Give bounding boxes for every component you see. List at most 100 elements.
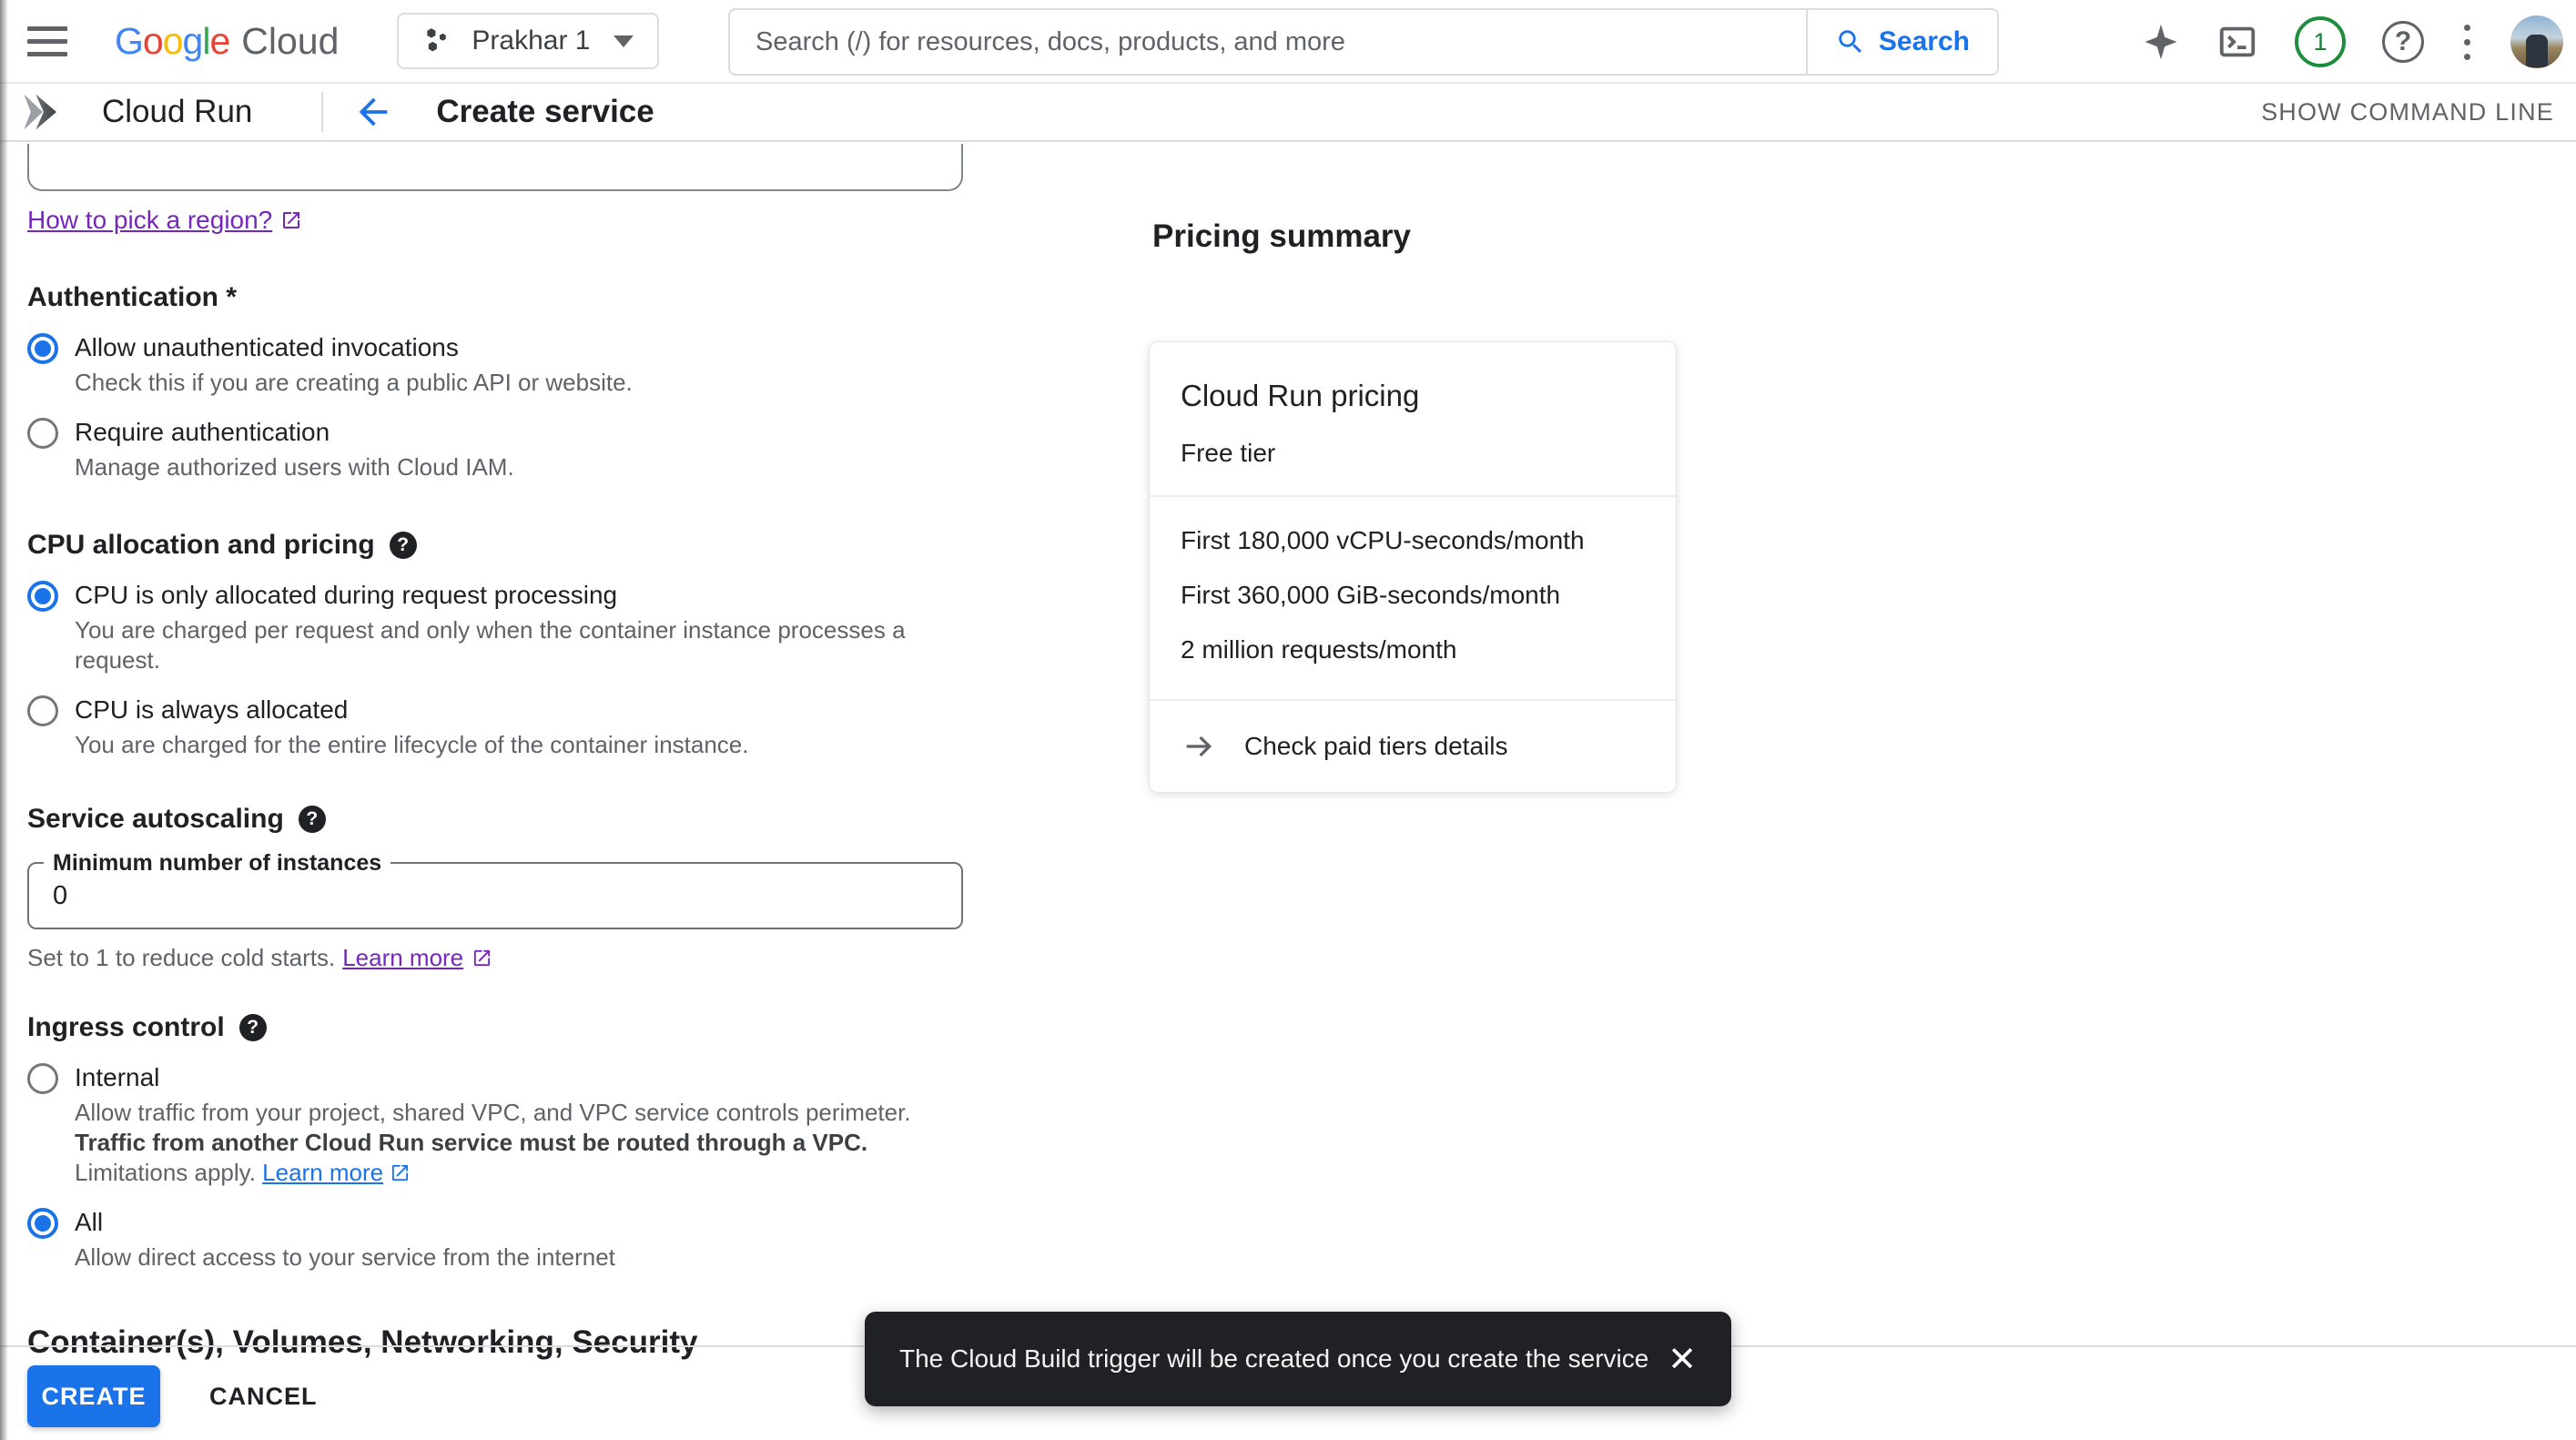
radio-unselected-icon[interactable]	[27, 695, 58, 726]
option-description: Allow traffic from your project, shared …	[75, 1098, 963, 1188]
create-service-form: How to pick a region? Authentication * A…	[27, 144, 963, 1362]
expander-title: Container(s), Volumes, Networking, Secur…	[27, 1324, 697, 1361]
region-link-label: How to pick a region?	[27, 206, 272, 235]
authentication-section-title: Authentication *	[27, 282, 963, 313]
description-bold: Traffic from another Cloud Run service m…	[75, 1129, 867, 1156]
description-suffix: Limitations apply.	[75, 1159, 262, 1186]
hamburger-menu-icon[interactable]	[27, 26, 67, 56]
chevron-down-icon	[614, 35, 634, 47]
create-button[interactable]: CREATE	[27, 1365, 160, 1427]
description-regular: Allow traffic from your project, shared …	[75, 1099, 911, 1126]
arrow-right-icon	[1181, 728, 1217, 765]
cloud-shell-icon[interactable]	[2216, 21, 2258, 63]
project-hexagons-icon	[422, 25, 453, 56]
radio-selected-icon[interactable]	[27, 1208, 58, 1239]
cpu-help-icon[interactable]	[390, 532, 417, 559]
min-instances-label: Minimum number of instances	[44, 850, 390, 877]
paid-tiers-link[interactable]: Check paid tiers details	[1150, 701, 1676, 792]
page-header: Cloud Run Create service SHOW COMMAND LI…	[0, 84, 2576, 142]
option-description: You are charged per request and only whe…	[75, 615, 963, 675]
top-app-bar: Google Cloud Prakhar 1 Search	[0, 0, 2576, 84]
notifications-badge[interactable]: 1	[2295, 16, 2346, 67]
logo-cloud: Cloud	[241, 20, 339, 63]
gemini-sparkle-icon[interactable]	[2142, 23, 2180, 61]
cpu-section-title: CPU allocation and pricing	[27, 530, 963, 561]
radio-option-require-authentication[interactable]: Require authentication Manage authorized…	[27, 418, 963, 482]
option-label: All	[75, 1208, 615, 1237]
page-title: Create service	[436, 94, 654, 130]
more-options-icon[interactable]	[2460, 21, 2474, 64]
logo-google: Google	[115, 20, 229, 63]
pricing-item: First 360,000 GiB-seconds/month	[1181, 579, 1645, 612]
option-description: Check this if you are creating a public …	[75, 368, 633, 398]
project-name: Prakhar 1	[472, 25, 590, 56]
search-input[interactable]	[730, 10, 1806, 74]
region-help-link[interactable]: How to pick a region?	[27, 206, 963, 235]
show-command-line-button[interactable]: SHOW COMMAND LINE	[2261, 98, 2554, 127]
autoscaling-section-title: Service autoscaling	[27, 804, 963, 835]
header-divider	[321, 92, 323, 132]
external-link-icon	[390, 1162, 411, 1183]
window-edge-shadow	[0, 0, 8, 1440]
radio-option-cpu-request-only[interactable]: CPU is only allocated during request pro…	[27, 581, 963, 675]
option-label: CPU is only allocated during request pro…	[75, 581, 963, 610]
radio-selected-icon[interactable]	[27, 581, 58, 612]
radio-unselected-icon[interactable]	[27, 418, 58, 449]
search-button-label: Search	[1879, 26, 1970, 57]
cpu-section-title-text: CPU allocation and pricing	[27, 530, 375, 561]
google-cloud-logo: Google Cloud	[115, 20, 339, 63]
search-button[interactable]: Search	[1806, 10, 1997, 74]
back-button[interactable]	[352, 91, 394, 133]
topbar-actions: 1	[2142, 0, 2563, 84]
helper-text: Set to 1 to reduce cold starts.	[27, 944, 335, 972]
learn-more-label: Learn more	[342, 944, 463, 972]
option-description: You are charged for the entire lifecycle…	[75, 730, 749, 760]
pricing-item: 2 million requests/month	[1181, 634, 1645, 666]
autoscaling-learn-more-link[interactable]: Learn more	[342, 944, 492, 972]
global-search: Search	[728, 8, 1999, 76]
arrow-left-icon	[352, 91, 394, 133]
pricing-card-title: Cloud Run pricing	[1181, 379, 1645, 413]
min-instances-helper: Set to 1 to reduce cold starts. Learn mo…	[27, 944, 963, 972]
external-link-icon	[472, 948, 492, 968]
ingress-help-icon[interactable]	[239, 1014, 267, 1041]
radio-unselected-icon[interactable]	[27, 1063, 58, 1094]
avatar[interactable]	[2510, 15, 2563, 68]
product-name: Cloud Run	[102, 94, 252, 130]
pricing-summary-heading: Pricing summary	[1152, 218, 1411, 255]
cancel-button[interactable]: CANCEL	[200, 1365, 327, 1427]
option-description: Allow direct access to your service from…	[75, 1242, 615, 1273]
option-label: CPU is always allocated	[75, 695, 749, 725]
pricing-card-subtitle: Free tier	[1181, 439, 1645, 468]
toast-message: The Cloud Build trigger will be created …	[899, 1344, 1648, 1374]
radio-option-allow-unauthenticated[interactable]: Allow unauthenticated invocations Check …	[27, 333, 963, 398]
region-select-field-cutoff[interactable]	[27, 144, 963, 191]
cloud-run-logo-icon	[18, 88, 71, 136]
learn-more-label: Learn more	[262, 1158, 383, 1188]
autoscaling-help-icon[interactable]	[299, 806, 326, 833]
min-instances-field: Minimum number of instances	[27, 862, 963, 929]
toast-notification: The Cloud Build trigger will be created …	[865, 1312, 1731, 1406]
notification-count: 1	[2313, 28, 2327, 56]
ingress-section-title-text: Ingress control	[27, 1012, 225, 1043]
radio-option-all[interactable]: All Allow direct access to your service …	[27, 1208, 963, 1273]
close-icon[interactable]: ✕	[1668, 1339, 1697, 1380]
option-label: Allow unauthenticated invocations	[75, 333, 633, 362]
pricing-item: First 180,000 vCPU-seconds/month	[1181, 524, 1645, 557]
containers-volumes-expander[interactable]: Container(s), Volumes, Networking, Secur…	[27, 1323, 963, 1362]
ingress-learn-more-link[interactable]: Learn more	[262, 1158, 411, 1188]
search-icon	[1835, 26, 1866, 57]
external-link-icon	[280, 209, 302, 231]
option-description: Manage authorized users with Cloud IAM.	[75, 452, 514, 482]
pricing-card: Cloud Run pricing Free tier First 180,00…	[1149, 341, 1677, 793]
ingress-section-title: Ingress control	[27, 1012, 963, 1043]
project-selector[interactable]: Prakhar 1	[397, 13, 659, 69]
radio-option-cpu-always[interactable]: CPU is always allocated You are charged …	[27, 695, 963, 760]
option-label: Require authentication	[75, 418, 514, 447]
option-label: Internal	[75, 1063, 963, 1092]
help-icon[interactable]	[2382, 21, 2424, 63]
autoscaling-section-title-text: Service autoscaling	[27, 804, 284, 835]
radio-option-internal[interactable]: Internal Allow traffic from your project…	[27, 1063, 963, 1188]
radio-selected-icon[interactable]	[27, 333, 58, 364]
paid-tiers-label: Check paid tiers details	[1244, 732, 1507, 761]
